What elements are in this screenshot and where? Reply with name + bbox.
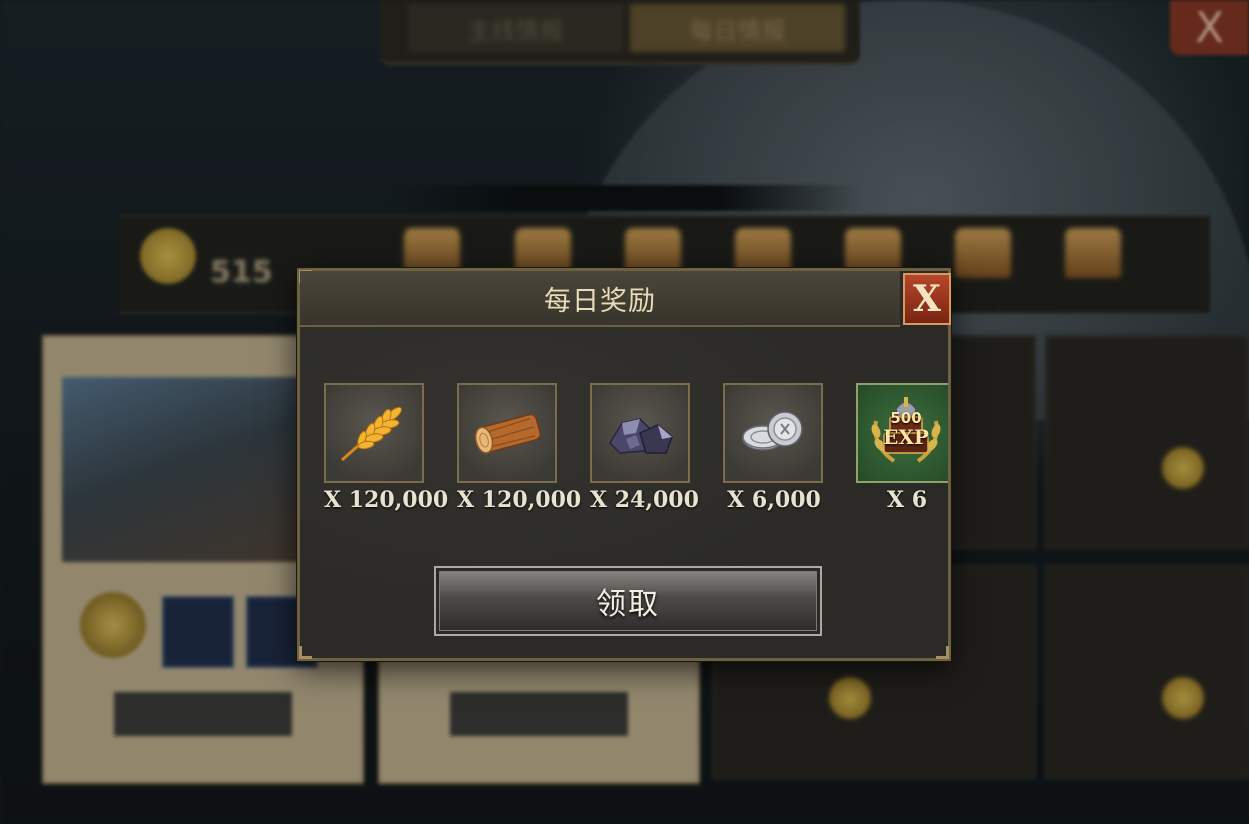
silver-coins-icon xyxy=(742,411,803,451)
reward-item[interactable]: 500 EXP X 6 xyxy=(856,383,948,513)
reward-quantity: X 120,000 xyxy=(457,487,582,513)
dialog-corner-ornament xyxy=(299,646,312,659)
daily-reward-dialog: 每日奖励 X X 120,000 X 120,000 X 24,000 X 6,… xyxy=(297,268,951,661)
reward-slot xyxy=(590,383,690,483)
wheat-icon xyxy=(341,406,402,462)
exp-book-icon xyxy=(871,397,941,463)
reward-list: X 120,000 X 120,000 X 24,000 X 6,000 500… xyxy=(324,383,948,513)
claim-button[interactable]: 领取 xyxy=(434,566,822,636)
dialog-header: 每日奖励 xyxy=(300,271,900,327)
dialog-corner-ornament xyxy=(936,646,949,659)
reward-quantity: X 24,000 xyxy=(590,487,699,513)
close-button[interactable]: X xyxy=(903,273,951,325)
wood-log-icon xyxy=(474,413,541,454)
close-icon: X xyxy=(913,278,941,320)
reward-item[interactable]: X 24,000 xyxy=(590,383,699,513)
reward-quantity: X 6 xyxy=(886,487,928,513)
reward-slot xyxy=(723,383,823,483)
dialog-title: 每日奖励 xyxy=(544,285,656,317)
reward-quantity: X 120,000 xyxy=(324,487,449,513)
reward-quantity: X 6,000 xyxy=(727,487,821,513)
reward-item[interactable]: X 120,000 xyxy=(324,383,449,513)
claim-button-label: 领取 xyxy=(596,587,660,622)
reward-slot xyxy=(457,383,557,483)
reward-slot: 500 EXP xyxy=(856,383,948,483)
reward-item[interactable]: X 6,000 xyxy=(723,383,825,513)
reward-slot xyxy=(324,383,424,483)
reward-item[interactable]: X 120,000 xyxy=(457,383,582,513)
iron-ore-icon xyxy=(609,418,673,454)
